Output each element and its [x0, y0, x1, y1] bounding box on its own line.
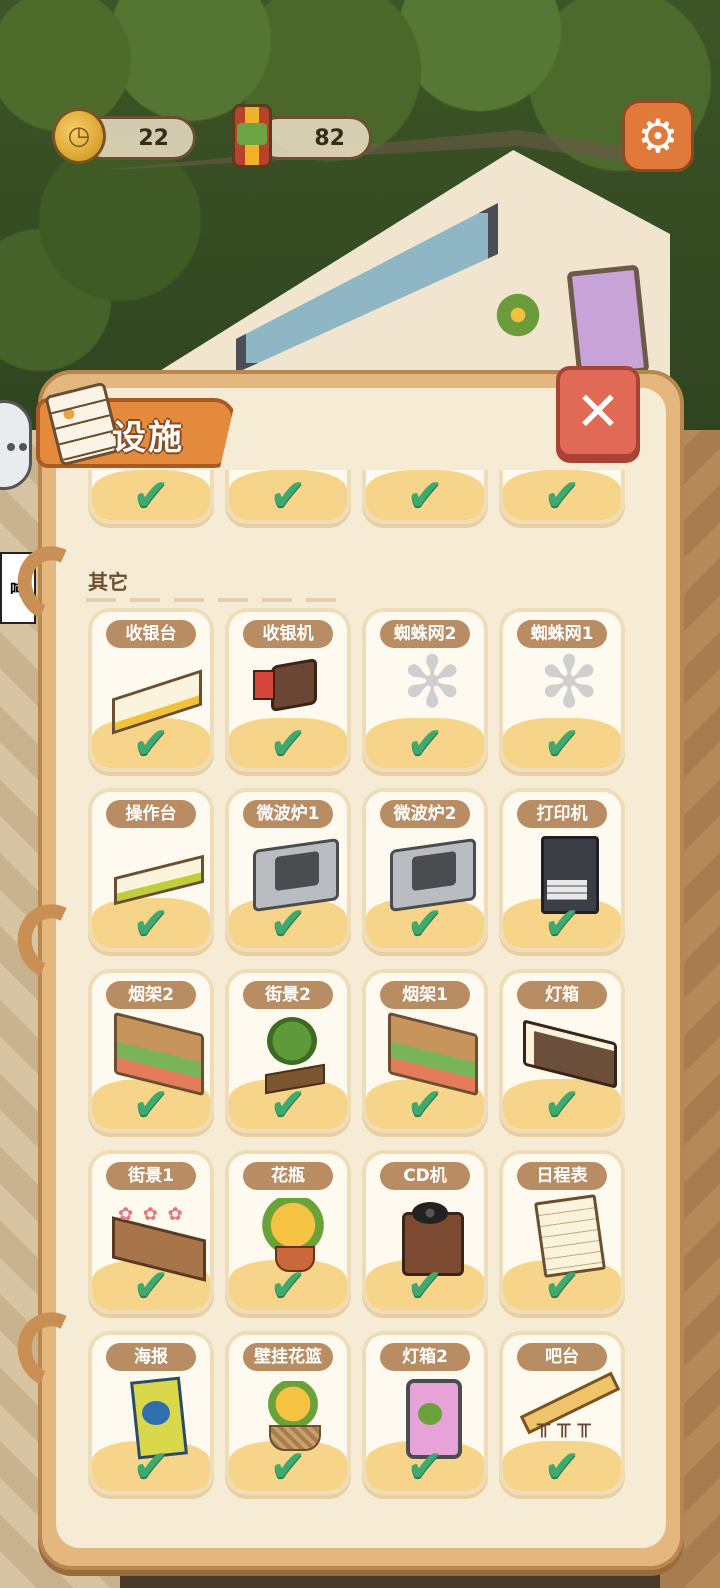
facility-card[interactable]: 蜘蛛网1 ✔ [499, 608, 625, 772]
facility-label: 打印机 [517, 800, 607, 828]
facility-label: 壁挂花篮 [243, 1343, 333, 1371]
check-icon: ✔ [406, 1441, 444, 1492]
check-icon: ✔ [269, 1441, 307, 1492]
settings-button[interactable]: ⚙ [622, 100, 694, 172]
facility-label: 街景1 [106, 1162, 196, 1190]
facility-label: 街景2 [243, 981, 333, 1009]
facility-card[interactable]: CD机 ✔ [362, 1150, 488, 1314]
facility-card[interactable]: 收银机 ✔ [225, 608, 351, 772]
facility-card-partial[interactable]: ✔ [499, 470, 625, 524]
check-icon: ✔ [406, 470, 444, 521]
check-icon: ✔ [543, 1441, 581, 1492]
facility-card[interactable]: 花瓶 ✔ [225, 1150, 351, 1314]
check-icon: ✔ [269, 470, 307, 521]
facility-label: 灯箱 [517, 981, 607, 1009]
section-divider [86, 598, 336, 602]
facility-label: 海报 [106, 1343, 196, 1371]
panel-title: 设施 [112, 418, 184, 458]
check-icon: ✔ [543, 1260, 581, 1311]
facility-card[interactable]: 微波炉2 ✔ [362, 788, 488, 952]
check-icon: ✔ [132, 1260, 170, 1311]
facility-card[interactable]: 街景2 ✔ [225, 969, 351, 1133]
facility-label: 操作台 [106, 800, 196, 828]
facility-card[interactable]: 蜘蛛网2 ✔ [362, 608, 488, 772]
facility-label: CD机 [380, 1162, 470, 1190]
facility-label: 蜘蛛网2 [380, 620, 470, 648]
facility-card[interactable]: 日程表 ✔ [499, 1150, 625, 1314]
facility-label: 微波炉1 [243, 800, 333, 828]
facility-label: 吧台 [517, 1343, 607, 1371]
facility-label: 收银机 [243, 620, 333, 648]
can-counter: 82 [256, 116, 372, 160]
facility-label: 花瓶 [243, 1162, 333, 1190]
check-icon: ✔ [132, 1441, 170, 1492]
check-icon: ✔ [543, 898, 581, 949]
facility-card-partial[interactable]: ✔ [362, 470, 488, 524]
check-icon: ✔ [543, 470, 581, 521]
clock-coin-icon: ◷ [52, 108, 106, 164]
facility-card[interactable]: 操作台 ✔ [88, 788, 214, 952]
facility-card[interactable]: 海报 ✔ [88, 1331, 214, 1495]
facility-card[interactable]: 打印机 ✔ [499, 788, 625, 952]
facility-card[interactable]: 街景1 ✔ [88, 1150, 214, 1314]
check-icon: ✔ [269, 1079, 307, 1130]
facility-card[interactable]: 壁挂花篮 ✔ [225, 1331, 351, 1495]
check-icon: ✔ [406, 1260, 444, 1311]
facilities-scroll-area[interactable]: ✔ ✔ ✔ ✔ 收银台 ✔ 收银机 ✔ 蜘蛛网2 ✔ 蜘蛛网1 ✔ 操作台 ✔ 微波炉1 ✔ 微波炉2 ✔ 打印机 ✔… [72, 470, 648, 1512]
facility-label: 微波炉2 [380, 800, 470, 828]
check-icon: ✔ [269, 1260, 307, 1311]
facility-label: 灯箱2 [380, 1343, 470, 1371]
check-icon: ✔ [132, 718, 170, 769]
close-button[interactable]: ✕ [556, 366, 640, 458]
can-count: 82 [314, 125, 345, 151]
facility-label: 日程表 [517, 1162, 607, 1190]
check-icon: ✔ [269, 718, 307, 769]
robot-avatar-icon[interactable] [0, 400, 32, 490]
check-icon: ✔ [269, 898, 307, 949]
facility-label: 烟架2 [106, 981, 196, 1009]
shop-sign [566, 264, 650, 380]
check-icon: ✔ [132, 470, 170, 521]
food-can-icon [232, 104, 272, 168]
potted-plant [492, 292, 544, 338]
facility-label: 收银台 [106, 620, 196, 648]
check-icon: ✔ [406, 898, 444, 949]
check-icon: ✔ [132, 1079, 170, 1130]
facility-label: 烟架1 [380, 981, 470, 1009]
facility-card[interactable]: 吧台 ✔ [499, 1331, 625, 1495]
facility-card[interactable]: 收银台 ✔ [88, 608, 214, 772]
section-title: 其它 [88, 570, 128, 594]
check-icon: ✔ [132, 898, 170, 949]
facility-card[interactable]: 灯箱 ✔ [499, 969, 625, 1133]
check-icon: ✔ [543, 1079, 581, 1130]
check-icon: ✔ [543, 718, 581, 769]
facility-card-partial[interactable]: ✔ [225, 470, 351, 524]
facility-card[interactable]: 烟架2 ✔ [88, 969, 214, 1133]
facility-card[interactable]: 烟架1 ✔ [362, 969, 488, 1133]
check-icon: ✔ [406, 718, 444, 769]
coin-count: 22 [138, 125, 169, 151]
gear-icon: ⚙ [637, 109, 679, 163]
check-icon: ✔ [406, 1079, 444, 1130]
facility-card[interactable]: 微波炉1 ✔ [225, 788, 351, 952]
facility-label: 蜘蛛网1 [517, 620, 607, 648]
facility-card-partial[interactable]: ✔ [88, 470, 214, 524]
close-icon: ✕ [575, 380, 621, 443]
facility-card[interactable]: 灯箱2 ✔ [362, 1331, 488, 1495]
